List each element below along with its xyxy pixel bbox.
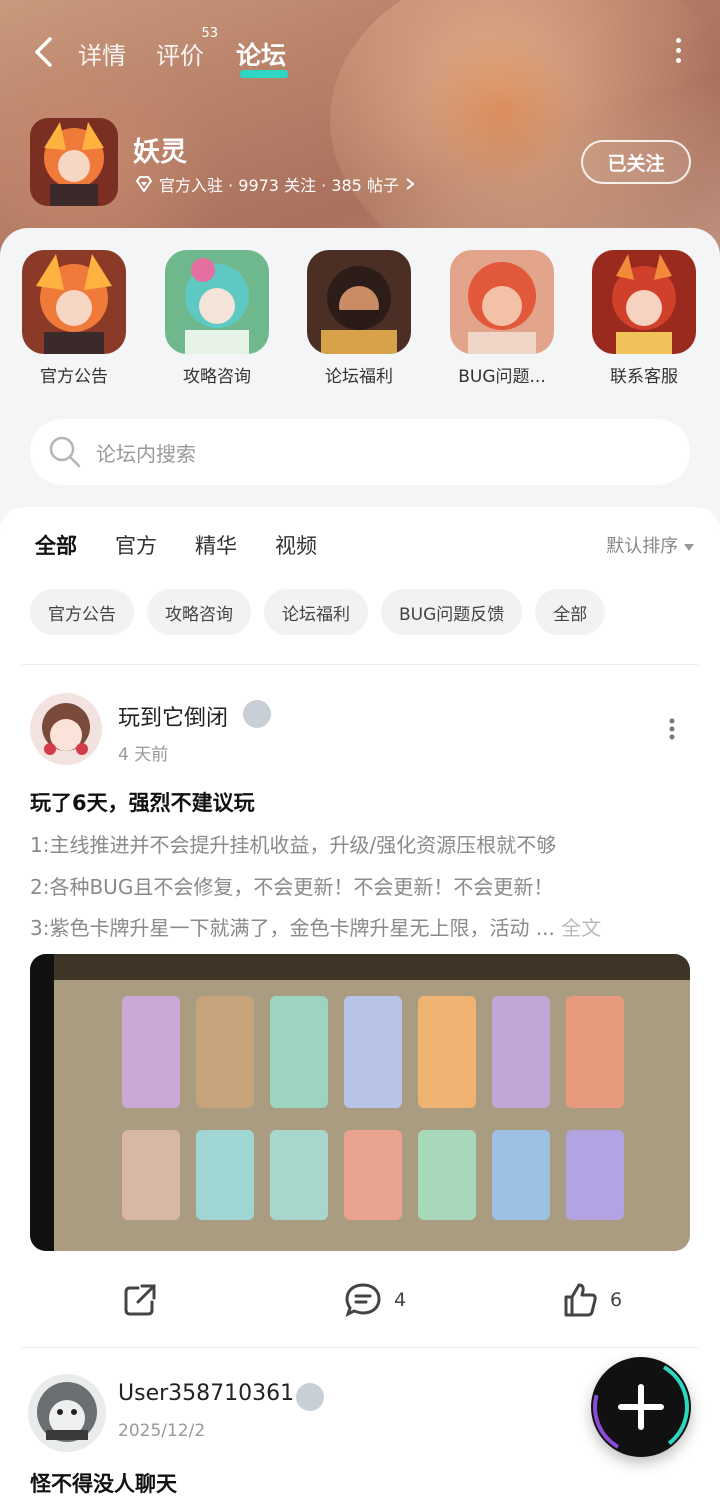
share-button[interactable] [122, 1280, 158, 1320]
feed-tab-video[interactable]: 视频 [275, 530, 317, 570]
shortcut-welfare[interactable]: 论坛福利 [307, 250, 411, 387]
shortcut-avatar [165, 250, 269, 354]
shortcut-avatar [307, 250, 411, 354]
follow-button[interactable]: 已关注 [581, 140, 691, 184]
category-chips: 官方公告 攻略咨询 论坛福利 BUG问题反馈 全部 [30, 589, 606, 635]
create-post-button[interactable] [591, 1357, 691, 1457]
chevron-right-icon [406, 178, 415, 190]
like-count: 6 [610, 1289, 623, 1311]
search-placeholder: 论坛内搜索 [96, 441, 196, 466]
post-time: 4 天前 [118, 745, 169, 765]
chip-bug-feedback[interactable]: BUG问题反馈 [381, 589, 523, 635]
post-body-line: 3:紫色卡牌升星一下就满了，金色卡牌升星无上限，活动 ... 全文 [30, 912, 601, 941]
comment-icon [345, 1283, 381, 1317]
feed-tab-official[interactable]: 官方 [115, 530, 157, 570]
search-icon [49, 436, 81, 468]
avatar[interactable] [28, 1374, 106, 1452]
user-level-icon [296, 1383, 324, 1411]
forum-shortcuts: 官方公告 攻略咨询 论坛福利 BUG问题... 联系客服 [0, 250, 720, 400]
game-meta-text: 官方入驻 · 9973 关注 · 385 帖子 [159, 176, 399, 195]
game-icon[interactable] [30, 118, 118, 206]
chip-welfare[interactable]: 论坛福利 [264, 589, 368, 635]
game-meta[interactable]: 官方入驻 · 9973 关注 · 385 帖子 [135, 172, 415, 196]
tab-reviews-label: 评价 [156, 42, 204, 70]
chip-strategy[interactable]: 攻略咨询 [147, 589, 251, 635]
post-author[interactable]: User358710361 [118, 1381, 294, 1406]
shortcut-label: BUG问题... [458, 367, 546, 387]
post-author[interactable]: 玩到它倒闭 [118, 700, 228, 732]
thumbs-up-icon [564, 1283, 597, 1317]
shortcut-bug-report[interactable]: BUG问题... [450, 250, 554, 387]
shortcut-avatar [22, 250, 126, 354]
sort-dropdown[interactable]: 默认排序 [606, 532, 694, 558]
game-title: 妖灵 [133, 137, 187, 168]
comment-button[interactable]: 4 [344, 1280, 406, 1320]
post-image[interactable] [30, 954, 690, 1251]
sort-label: 默认排序 [606, 536, 679, 557]
post-body-text: 3:紫色卡牌升星一下就满了，金色卡牌升星无上限，活动 ... [30, 916, 555, 940]
feed-tab-featured[interactable]: 精华 [195, 530, 237, 570]
like-button[interactable]: 6 [562, 1280, 622, 1320]
post-title[interactable]: 玩了6天，强烈不建议玩 [30, 787, 255, 817]
post-menu-icon[interactable] [669, 718, 675, 740]
shortcut-official-announcement[interactable]: 官方公告 [22, 250, 126, 387]
reviews-count-badge: 53 [201, 26, 218, 41]
share-icon [124, 1284, 156, 1316]
caret-down-icon [684, 544, 694, 551]
shortcut-label: 论坛福利 [325, 367, 393, 387]
forum-search-input[interactable]: 论坛内搜索 [30, 419, 690, 485]
avatar[interactable] [30, 693, 102, 765]
shortcut-customer-service[interactable]: 联系客服 [592, 250, 696, 387]
shortcut-strategy[interactable]: 攻略咨询 [165, 250, 269, 387]
shortcut-label: 联系客服 [610, 367, 678, 387]
chip-official-announcement[interactable]: 官方公告 [30, 589, 134, 635]
tab-forum[interactable]: 论坛 [236, 36, 286, 72]
shortcut-avatar [450, 250, 554, 354]
read-more-link[interactable]: 全文 [561, 916, 601, 940]
shortcut-avatar [592, 250, 696, 354]
shortcut-label: 攻略咨询 [183, 367, 251, 387]
comment-count: 4 [394, 1289, 407, 1311]
more-options-icon[interactable] [674, 38, 682, 68]
tab-reviews[interactable]: 评价 53 [156, 26, 218, 71]
plus-icon [593, 1359, 689, 1455]
post-title[interactable]: 怪不得没人聊天 [30, 1468, 177, 1497]
diamond-icon [135, 176, 153, 192]
shortcut-label: 官方公告 [40, 367, 108, 387]
post-time: 2025/12/2 [118, 1421, 206, 1441]
feed-tabs: 全部 官方 精华 视频 [35, 530, 317, 576]
divider [22, 1347, 698, 1348]
feed-tab-all[interactable]: 全部 [35, 530, 77, 576]
back-arrow-icon[interactable] [30, 36, 58, 68]
post-body-line: 1:主线推进并不会提升挂机收益，升级/强化资源压根就不够 [30, 833, 557, 857]
top-nav: 详情 评价 53 论坛 [0, 18, 720, 84]
user-level-icon [243, 700, 271, 728]
divider [22, 664, 698, 665]
tab-details[interactable]: 详情 [78, 36, 126, 71]
post-body-line: 2:各种BUG且不会修复，不会更新！不会更新！不会更新！ [30, 875, 554, 899]
chip-all[interactable]: 全部 [535, 589, 606, 635]
